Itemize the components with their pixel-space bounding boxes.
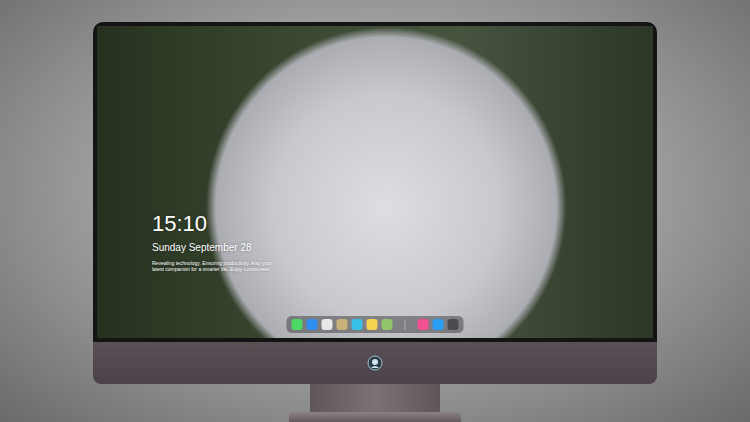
dock (287, 316, 464, 333)
dock-app-icon[interactable] (292, 319, 303, 330)
desktop-scene: 15:10 Sunday September 28 Revealing techno… (0, 0, 750, 422)
lock-clock: 15:10 Sunday September 28 Revealing techno… (152, 211, 272, 272)
dock-app-icon[interactable] (352, 319, 363, 330)
dock-app-icon[interactable] (307, 319, 318, 330)
dock-recent-icon[interactable] (448, 319, 459, 330)
dock-app-icon[interactable] (382, 319, 393, 330)
clock-date: Sunday September 28 (152, 241, 272, 254)
wallpaper-photo (97, 26, 653, 338)
monitor-chin (93, 342, 657, 384)
lock-tagline: Revealing technology. Ensuring productiv… (152, 260, 272, 272)
lock-screen[interactable]: 15:10 Sunday September 28 Revealing techno… (97, 26, 653, 338)
brand-logo-icon (367, 355, 383, 371)
monitor-bezel: 15:10 Sunday September 28 Revealing techno… (93, 22, 657, 342)
dock-app-icon[interactable] (367, 319, 378, 330)
dock-app-icon[interactable] (337, 319, 348, 330)
monitor-base (289, 412, 461, 422)
dock-recent-icon[interactable] (418, 319, 429, 330)
dock-recent-icon[interactable] (433, 319, 444, 330)
dock-app-icon[interactable] (322, 319, 333, 330)
monitor-stand (310, 384, 440, 412)
monitor: 15:10 Sunday September 28 Revealing techno… (93, 22, 657, 384)
clock-time: 15:10 (152, 211, 272, 237)
dock-separator (405, 320, 406, 330)
